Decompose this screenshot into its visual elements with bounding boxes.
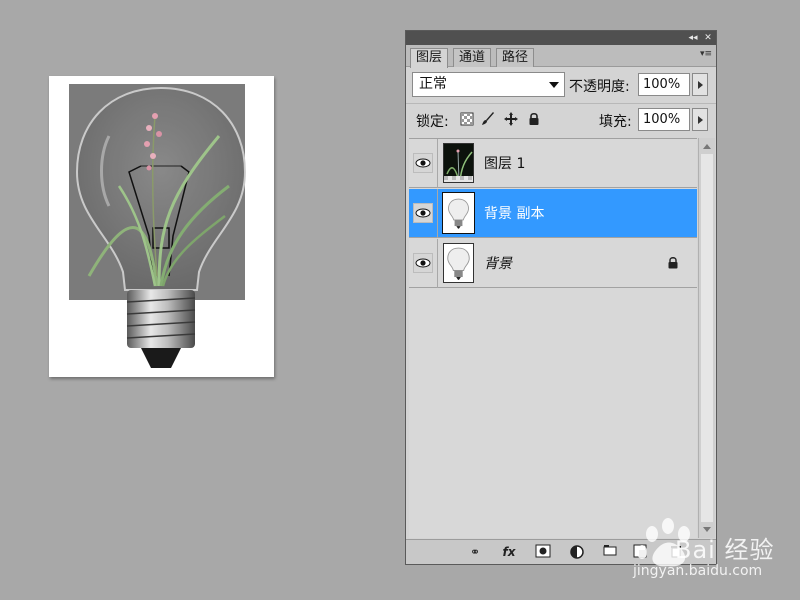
divider: [437, 189, 438, 238]
layer-name[interactable]: 背景: [484, 253, 512, 273]
eye-icon[interactable]: [413, 203, 433, 223]
layer-row-background[interactable]: 背景: [409, 239, 697, 288]
lock-fill-row: 锁定: 填充: 100%: [406, 103, 716, 135]
layer-thumbnail: [443, 143, 474, 183]
collapse-icon[interactable]: ◂◂: [686, 32, 700, 44]
lock-icon: [668, 257, 678, 269]
brush-icon[interactable]: [481, 112, 495, 126]
mask-icon[interactable]: [534, 544, 552, 560]
blend-mode-value: 正常: [419, 76, 447, 92]
divider: [437, 139, 438, 188]
eye-icon[interactable]: [413, 253, 433, 273]
move-icon[interactable]: [504, 112, 518, 126]
layer-row-layer1[interactable]: 图层 1: [409, 139, 697, 188]
eye-icon[interactable]: [413, 153, 433, 173]
tab-paths[interactable]: 路径: [496, 48, 535, 67]
divider: [437, 239, 438, 288]
panel-tabs: 图层 通道 路径 ▾≡: [406, 45, 716, 68]
layer-thumbnail: [442, 192, 475, 234]
link-icon[interactable]: ⚭: [464, 544, 486, 560]
layer-thumbnail: [443, 243, 474, 283]
scroll-track[interactable]: [701, 154, 713, 522]
blend-opacity-row: 正常 不透明度: 100%: [406, 68, 716, 100]
close-icon[interactable]: ✕: [701, 32, 715, 44]
chevron-down-icon: [549, 82, 559, 88]
opacity-input[interactable]: 100%: [638, 73, 690, 96]
scroll-up-icon[interactable]: [703, 144, 711, 149]
fill-input[interactable]: 100%: [638, 108, 690, 131]
fill-slider-toggle[interactable]: [692, 108, 708, 131]
tab-channels[interactable]: 通道: [453, 48, 492, 67]
lock-label: 锁定:: [416, 114, 449, 130]
canvas-document[interactable]: [49, 76, 274, 377]
lock-all-icon[interactable]: [527, 112, 541, 126]
layers-list: 图层 1 背景 副本 背景: [409, 138, 697, 538]
layer-name[interactable]: 图层 1: [484, 153, 525, 173]
watermark-brand: Bai 经验: [675, 536, 775, 564]
fx-icon[interactable]: fx: [498, 544, 520, 560]
lock-transparency-icon[interactable]: [460, 112, 474, 126]
layer-row-background-copy[interactable]: 背景 副本: [409, 189, 697, 238]
layers-panel: ◂◂ ✕ 图层 通道 路径 ▾≡ 正常 不透明度: 100% 锁定: 填充: 1…: [405, 30, 717, 565]
fill-label: 填充:: [599, 114, 632, 130]
adjustment-icon[interactable]: [568, 544, 586, 560]
opacity-label: 不透明度:: [569, 79, 630, 95]
layers-scrollbar[interactable]: [698, 138, 715, 538]
blend-mode-select[interactable]: 正常: [412, 72, 565, 97]
layer-name[interactable]: 背景 副本: [484, 203, 544, 223]
opacity-slider-toggle[interactable]: [692, 73, 708, 96]
watermark-url: jingyan.baidu.com: [633, 563, 763, 579]
panel-menu-icon[interactable]: ▾≡: [700, 49, 712, 59]
lightbulb-image: [69, 84, 247, 368]
tab-layers[interactable]: 图层: [410, 48, 449, 68]
panel-titlebar[interactable]: ◂◂ ✕: [406, 31, 716, 45]
